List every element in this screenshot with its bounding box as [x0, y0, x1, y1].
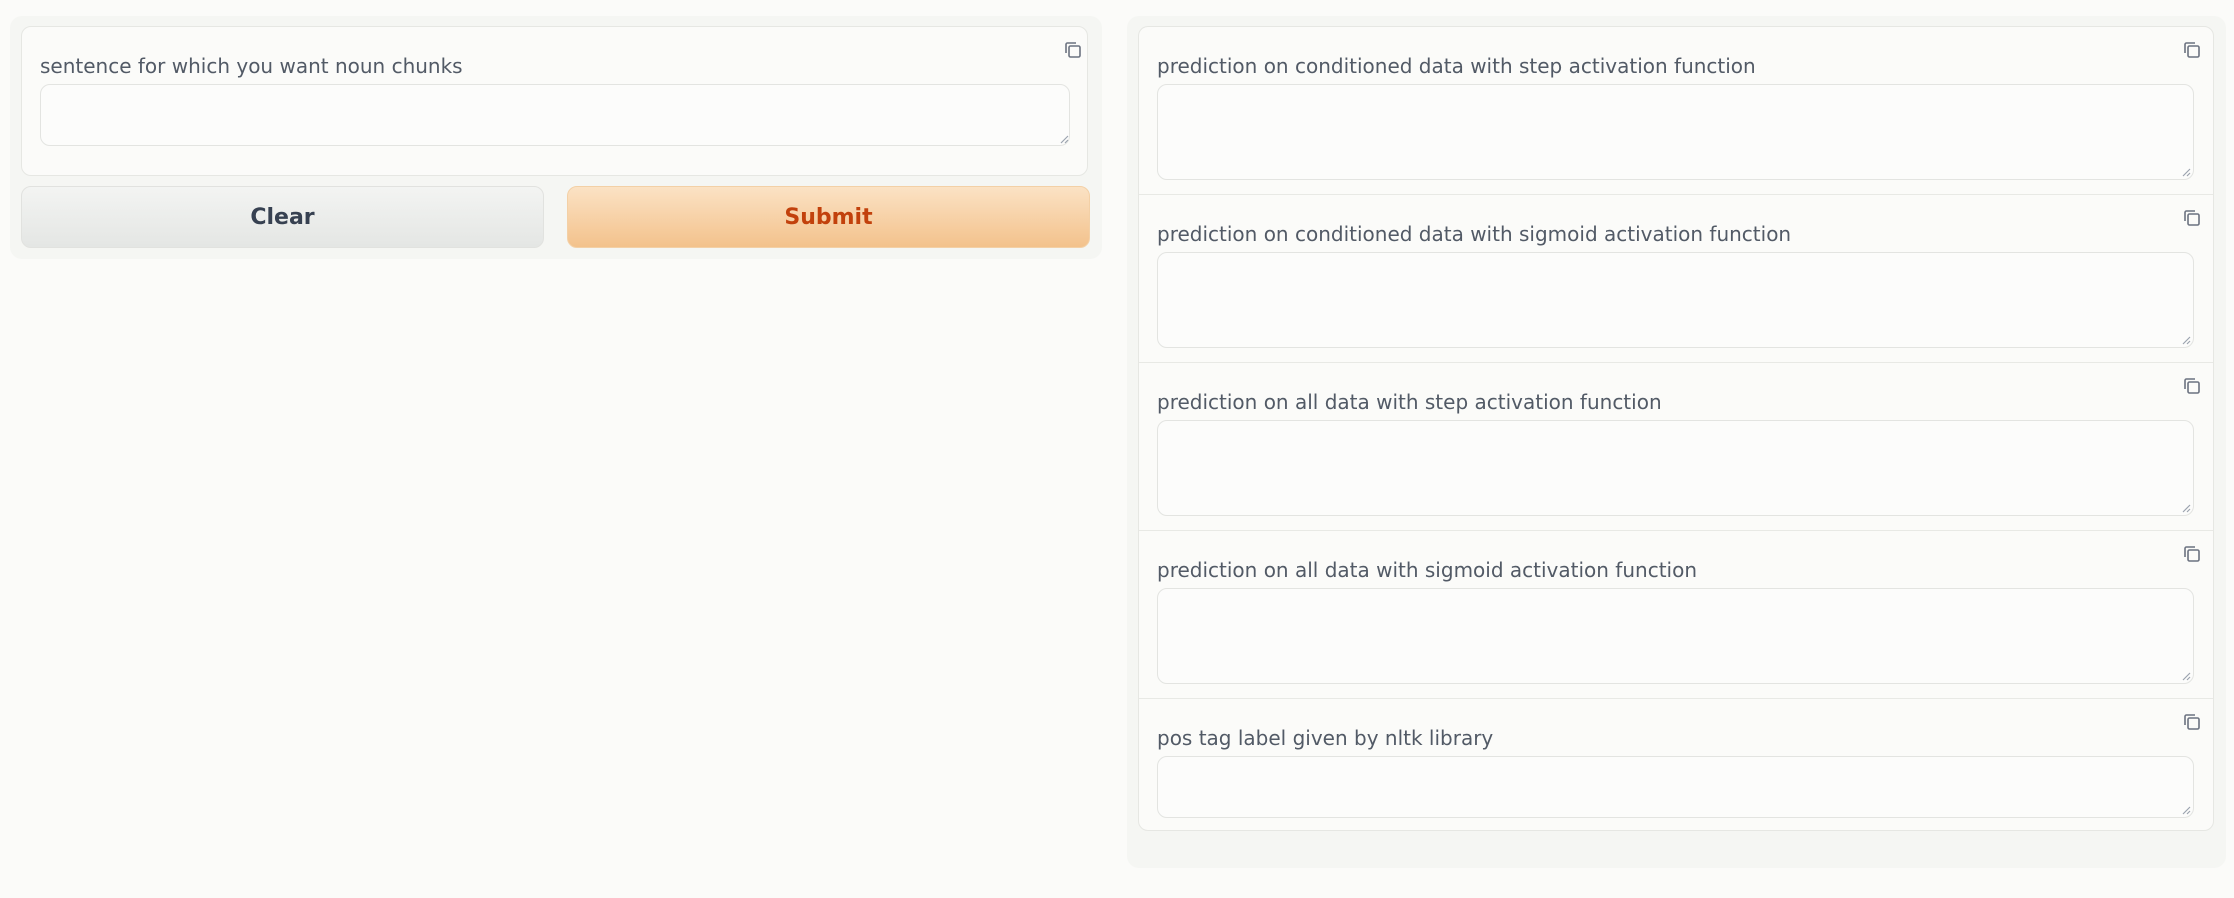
output-textbox[interactable]: [1157, 420, 2194, 516]
output-textbox[interactable]: [1157, 252, 2194, 348]
output-textbox[interactable]: [1157, 588, 2194, 684]
copy-icon[interactable]: [2181, 39, 2203, 61]
input-label: sentence for which you want noun chunks: [40, 54, 463, 78]
resize-handle-icon[interactable]: [2181, 335, 2191, 345]
output-label: prediction on conditioned data with step…: [1157, 54, 1756, 78]
resize-handle-icon[interactable]: [2181, 167, 2191, 177]
copy-icon[interactable]: [2181, 375, 2203, 397]
output-column: prediction on conditioned data with step…: [1127, 16, 2226, 868]
copy-icon[interactable]: [2181, 711, 2203, 733]
clear-button[interactable]: Clear: [21, 186, 544, 248]
output-label: prediction on all data with sigmoid acti…: [1157, 558, 1697, 582]
output-textbox[interactable]: [1157, 84, 2194, 180]
outputs-panel: prediction on conditioned data with step…: [1138, 26, 2214, 831]
resize-handle-icon[interactable]: [2181, 503, 2191, 513]
output-block-all-step: prediction on all data with step activat…: [1139, 363, 2213, 531]
output-textbox[interactable]: [1157, 756, 2194, 818]
copy-icon[interactable]: [2181, 207, 2203, 229]
resize-handle-icon[interactable]: [2181, 671, 2191, 681]
output-label: prediction on all data with step activat…: [1157, 390, 1662, 414]
submit-button[interactable]: Submit: [567, 186, 1090, 248]
output-block-all-sigmoid: prediction on all data with sigmoid acti…: [1139, 531, 2213, 699]
copy-icon[interactable]: [2181, 543, 2203, 565]
resize-handle-icon[interactable]: [2181, 805, 2191, 815]
output-block-conditioned-sigmoid: prediction on conditioned data with sigm…: [1139, 195, 2213, 363]
output-label: prediction on conditioned data with sigm…: [1157, 222, 1792, 246]
copy-icon[interactable]: [1062, 39, 1084, 61]
input-column: sentence for which you want noun chunks …: [10, 16, 1102, 259]
output-block-conditioned-step: prediction on conditioned data with step…: [1139, 27, 2213, 195]
sentence-input[interactable]: [40, 84, 1070, 146]
output-label: pos tag label given by nltk library: [1157, 726, 1494, 750]
output-block-pos-tag: pos tag label given by nltk library: [1139, 699, 2213, 830]
resize-handle-icon[interactable]: [1059, 134, 1069, 144]
input-block: sentence for which you want noun chunks: [21, 26, 1088, 176]
